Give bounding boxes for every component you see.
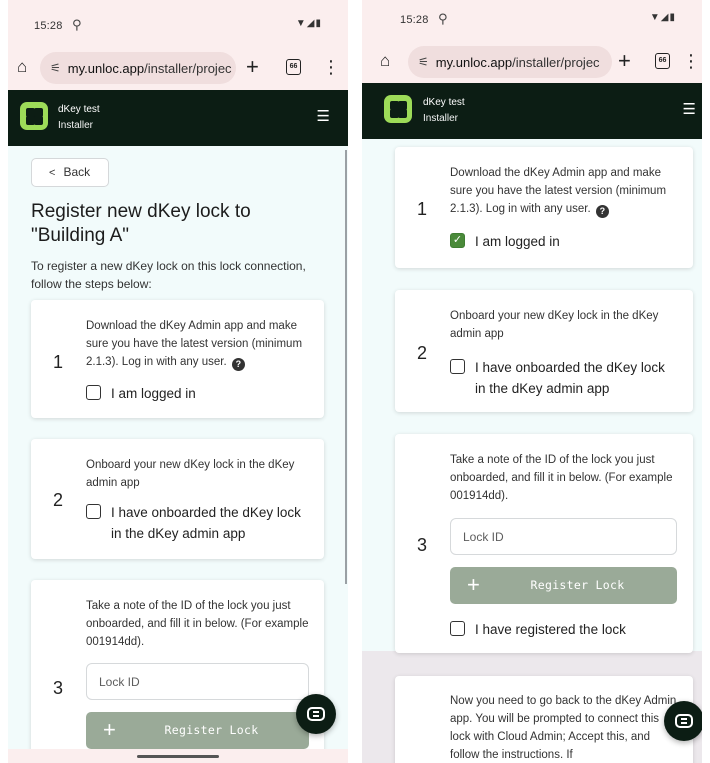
- step-2-checkbox-row[interactable]: I have onboarded the dKey lock in the dK…: [86, 502, 312, 544]
- step-3-checkbox-row[interactable]: I have registered the lock: [450, 619, 626, 640]
- chevron-left-icon: <: [49, 167, 56, 179]
- step-number: 2: [53, 490, 64, 510]
- project-name: dKey test: [58, 104, 100, 115]
- status-bar: 15:28 ⚲ ▼◢▮: [362, 0, 702, 40]
- step-number: 2: [417, 343, 428, 363]
- chat-button[interactable]: [296, 694, 336, 734]
- status-time: 15:28: [400, 14, 429, 26]
- step-number: 3: [417, 535, 428, 555]
- user-role: Installer: [423, 113, 459, 124]
- tab-switcher-icon[interactable]: 66: [286, 59, 301, 75]
- step-card-1: 1 Download the dKey Admin app and make s…: [31, 300, 324, 418]
- step-description: Download the dKey Admin app and make sur…: [86, 320, 303, 371]
- phone-screen-right: 15:28 ⚲ ▼◢▮ ⌂ ⚟ my.unloc.app/installer/p…: [362, 0, 702, 763]
- registered-checkbox[interactable]: [450, 621, 465, 636]
- new-tab-plus-icon[interactable]: +: [246, 54, 259, 80]
- chat-button[interactable]: [664, 701, 702, 741]
- status-bar: 15:28 ⚲ ▼◢▮: [8, 0, 348, 46]
- page-title: Register new dKey lock to "Building A": [31, 201, 251, 246]
- page-content: < Back Register new dKey lock to "Buildin…: [8, 146, 348, 763]
- checkbox-label: I have registered the lock: [475, 622, 626, 637]
- hamburger-menu-icon[interactable]: ☰: [683, 100, 696, 118]
- app-logo-icon: [384, 95, 412, 123]
- register-lock-button[interactable]: + Register Lock: [450, 567, 677, 604]
- url-text: my.unloc.app/installer/projec: [435, 54, 600, 70]
- phone-screen-left: 15:28 ⚲ ▼◢▮ ⌂ ⚟ my.unloc.app/installer/p…: [8, 0, 348, 763]
- onboarded-checkbox[interactable]: [86, 504, 101, 519]
- more-vertical-icon[interactable]: ⋮: [322, 56, 340, 78]
- step-card-3: 3 Take a note of the ID of the lock you …: [395, 434, 693, 653]
- checkbox-label: I have onboarded the dKey lock in the dK…: [475, 360, 665, 396]
- step-number: 1: [53, 352, 64, 372]
- scrollbar[interactable]: [345, 150, 347, 584]
- status-icons: ▼◢▮: [295, 18, 322, 29]
- register-lock-button[interactable]: + Register Lock: [86, 712, 309, 749]
- question-icon[interactable]: ?: [595, 205, 609, 218]
- status-icons: ▼◢▮: [649, 12, 676, 23]
- step-1-checkbox-row[interactable]: ✓ I am logged in: [450, 231, 560, 252]
- app-header: dKey test Installer ☰: [8, 90, 348, 146]
- lock-id-input[interactable]: [450, 518, 677, 555]
- step-number: 3: [53, 678, 64, 698]
- page-intro: To register a new dKey lock on this lock…: [31, 259, 306, 291]
- gesture-bar: [8, 749, 348, 763]
- home-icon[interactable]: ⌂: [380, 52, 390, 70]
- hamburger-menu-icon[interactable]: ☰: [317, 107, 330, 125]
- tab-switcher-icon[interactable]: 66: [655, 53, 670, 69]
- step-description: Onboard your new dKey lock in the dKey a…: [86, 459, 295, 489]
- step-description: Onboard your new dKey lock in the dKey a…: [450, 310, 659, 340]
- url-text: my.unloc.app/installer/projec: [67, 60, 232, 76]
- browser-toolbar: ⌂ ⚟ my.unloc.app/installer/projec + 66 ⋮: [8, 46, 348, 90]
- chat-icon: [675, 714, 693, 728]
- site-settings-icon[interactable]: ⚟: [418, 55, 429, 69]
- step-1-checkbox-row[interactable]: I am logged in: [86, 383, 196, 404]
- more-vertical-icon[interactable]: ⋮: [682, 50, 700, 72]
- chat-icon: [307, 707, 325, 721]
- project-name: dKey test: [423, 97, 465, 108]
- address-bar[interactable]: ⚟ my.unloc.app/installer/projec: [40, 52, 236, 84]
- address-bar[interactable]: ⚟ my.unloc.app/installer/projec: [408, 46, 612, 78]
- antenna-icon: ⚲: [72, 17, 82, 32]
- home-icon[interactable]: ⌂: [17, 58, 27, 76]
- question-icon[interactable]: ?: [231, 358, 245, 371]
- back-button[interactable]: < Back: [31, 158, 109, 187]
- page-content: 1 Download the dKey Admin app and make s…: [362, 139, 702, 763]
- checkbox-label: I am logged in: [475, 234, 560, 249]
- step-card-2: 2 Onboard your new dKey lock in the dKey…: [395, 290, 693, 412]
- status-time: 15:28: [34, 20, 63, 32]
- app-header: dKey test Installer ☰: [362, 83, 702, 139]
- step-number: 1: [417, 199, 428, 219]
- logged-in-checkbox[interactable]: ✓: [450, 233, 465, 248]
- browser-toolbar: ⌂ ⚟ my.unloc.app/installer/projec + 66 ⋮: [362, 40, 702, 84]
- lock-id-input[interactable]: [86, 663, 309, 700]
- step-description: Take a note of the ID of the lock you ju…: [86, 600, 309, 648]
- step-card-4: Now you need to go back to the dKey Admi…: [395, 676, 693, 763]
- site-settings-icon[interactable]: ⚟: [50, 61, 61, 75]
- user-role: Installer: [58, 120, 94, 131]
- step-description: Download the dKey Admin app and make sur…: [450, 167, 667, 218]
- onboarded-checkbox[interactable]: [450, 359, 465, 374]
- step-description: Take a note of the ID of the lock you ju…: [450, 454, 673, 502]
- checkbox-label: I am logged in: [111, 386, 196, 401]
- step-card-3: 3 Take a note of the ID of the lock you …: [31, 580, 324, 763]
- step-card-2: 2 Onboard your new dKey lock in the dKey…: [31, 439, 324, 559]
- antenna-icon: ⚲: [438, 11, 448, 26]
- checkbox-label: I have onboarded the dKey lock in the dK…: [111, 505, 301, 541]
- logged-in-checkbox[interactable]: [86, 385, 101, 400]
- step-description: Now you need to go back to the dKey Admi…: [450, 695, 677, 761]
- step-2-checkbox-row[interactable]: I have onboarded the dKey lock in the dK…: [450, 357, 676, 399]
- step-card-1: 1 Download the dKey Admin app and make s…: [395, 147, 693, 268]
- new-tab-plus-icon[interactable]: +: [618, 48, 631, 74]
- app-logo-icon: [20, 102, 48, 130]
